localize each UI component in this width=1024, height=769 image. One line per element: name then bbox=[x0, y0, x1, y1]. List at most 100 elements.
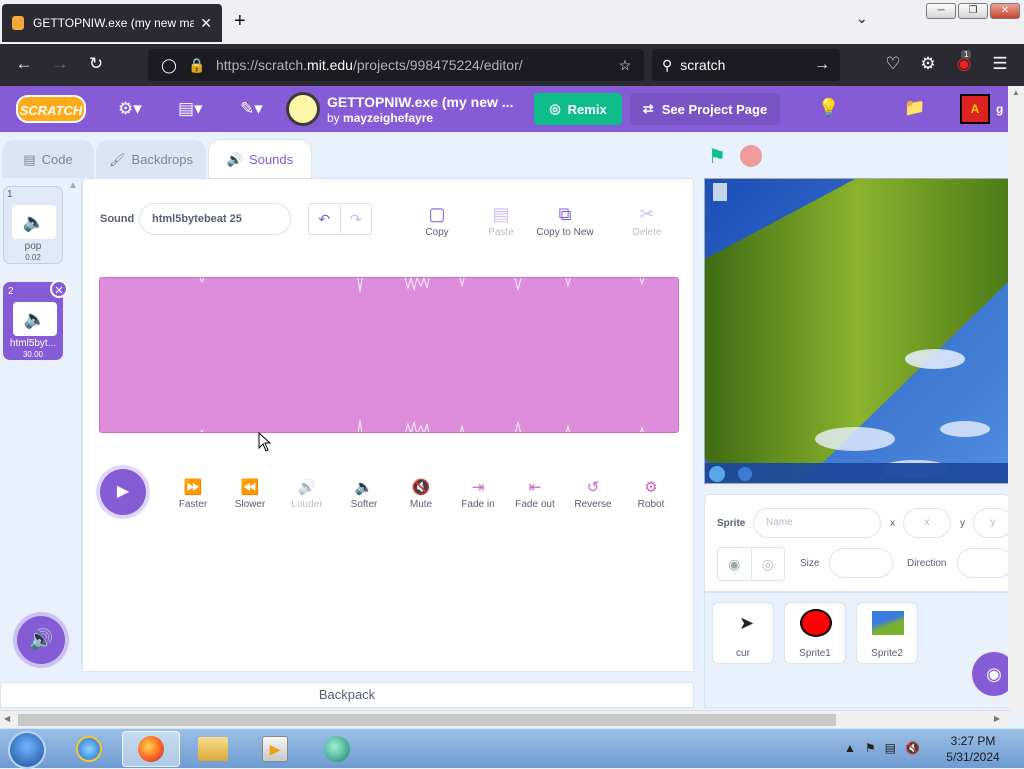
username[interactable]: g bbox=[996, 102, 1003, 116]
volume-up-icon: 🔊 bbox=[297, 479, 317, 496]
effect-faster[interactable]: ⏩ Faster bbox=[163, 477, 223, 510]
play-button[interactable]: ▶ bbox=[100, 469, 146, 515]
new-tab-button[interactable]: + bbox=[234, 10, 246, 33]
browser-nav-bar: ← → ↻ ◯ 🔒 https://scratch.mit.edu/projec… bbox=[0, 44, 1024, 86]
remix-icon: ◎ bbox=[549, 101, 561, 116]
redo-icon[interactable]: ↷ bbox=[339, 204, 372, 234]
settings-gear-icon[interactable]: ⚙▾ bbox=[118, 99, 142, 119]
direction-input[interactable] bbox=[957, 548, 1013, 578]
effect-robot[interactable]: ⚙ Robot bbox=[621, 477, 681, 510]
start-button[interactable] bbox=[8, 731, 46, 769]
effect-fade-in[interactable]: ⇥ Fade in bbox=[448, 477, 508, 510]
tab-code[interactable]: ▤ Code bbox=[2, 140, 94, 178]
scroll-up-icon[interactable]: ▲ bbox=[1012, 88, 1020, 97]
extensions-puzzle-icon[interactable]: ⚙ bbox=[917, 54, 939, 74]
paste-button[interactable]: ▤ Paste bbox=[468, 201, 534, 238]
taskbar-firefox[interactable] bbox=[122, 731, 180, 767]
system-tray[interactable]: ▲⚑▤🔇 bbox=[844, 741, 929, 755]
remix-button[interactable]: ◎ Remix bbox=[534, 93, 622, 125]
backpack[interactable]: Backpack bbox=[0, 682, 694, 708]
forward-arrow-icon[interactable]: → bbox=[49, 54, 71, 74]
taskbar-internet-explorer[interactable] bbox=[60, 731, 118, 767]
project-title[interactable]: GETTOPNIW.exe (my new ... bbox=[327, 94, 523, 110]
sound-item-pop[interactable]: 1 🔈 pop 0.02 bbox=[3, 186, 63, 264]
search-text[interactable]: scratch bbox=[680, 57, 814, 73]
sound-name-label: Sound bbox=[100, 213, 135, 225]
sprite-label: Sprite bbox=[717, 518, 746, 529]
url-bar[interactable]: ◯ 🔒 https://scratch.mit.edu/projects/998… bbox=[148, 49, 644, 81]
see-project-page-button[interactable]: ⇄ See Project Page bbox=[630, 93, 780, 125]
show-eye-icon[interactable]: ◉ bbox=[718, 548, 751, 580]
tab-backdrops[interactable]: 🖌 Backdrops bbox=[96, 140, 206, 178]
stop-sign-icon[interactable] bbox=[740, 145, 762, 167]
sprite-tile-cur[interactable]: ➤ cur bbox=[712, 602, 774, 664]
cursor-arrow-icon: ➤ bbox=[739, 613, 755, 633]
scroll-left-icon[interactable]: ◀ bbox=[4, 714, 10, 723]
horizontal-scroll-thumb[interactable] bbox=[18, 714, 836, 726]
back-arrow-icon[interactable]: ← bbox=[13, 54, 35, 74]
vertical-scrollbar[interactable]: ▲ bbox=[1008, 86, 1024, 710]
edit-pencil-icon[interactable]: ✎▾ bbox=[240, 99, 263, 119]
search-bar[interactable]: ⚲ scratch → bbox=[652, 49, 840, 81]
copy-button[interactable]: ▢ Copy bbox=[404, 201, 470, 238]
bookmark-star-icon[interactable]: ☆ bbox=[616, 57, 634, 74]
effect-mute[interactable]: 🔇 Mute bbox=[391, 477, 451, 510]
hide-eye-icon[interactable]: ◎ bbox=[750, 548, 785, 580]
undo-icon[interactable]: ↶ bbox=[309, 204, 340, 234]
pocket-icon[interactable]: ♡ bbox=[882, 54, 904, 74]
hamburger-menu-icon[interactable]: ☰ bbox=[989, 54, 1011, 74]
sprite-name: Sprite1 bbox=[799, 648, 831, 659]
shield-icon[interactable]: ◯ bbox=[160, 57, 178, 74]
add-sound-button[interactable]: 🔊 bbox=[17, 616, 65, 664]
author-name[interactable]: mayzeighefayre bbox=[343, 111, 433, 125]
copy-to-new-button[interactable]: ⧉ Copy to New bbox=[532, 201, 598, 238]
sound-name-input[interactable]: html5bytebeat 25 bbox=[139, 203, 291, 235]
add-sound-speaker-icon: 🔊 bbox=[28, 629, 54, 651]
effect-fade-out[interactable]: ⇤ Fade out bbox=[505, 477, 565, 510]
x-input[interactable]: x bbox=[903, 508, 951, 538]
window-close-button[interactable]: ✕ bbox=[990, 3, 1020, 19]
tab-close-icon[interactable]: ✕ bbox=[200, 15, 212, 32]
sound-number: 1 bbox=[7, 189, 13, 200]
sprite-tile-sprite1[interactable]: Sprite1 bbox=[784, 602, 846, 664]
browser-tab[interactable]: GETTOPNIW.exe (my new malw ✕ bbox=[2, 4, 222, 42]
taskbar-media-player[interactable]: ▶ bbox=[246, 731, 304, 767]
tab-code-label: Code bbox=[41, 152, 73, 167]
green-flag-icon[interactable]: ⚑ bbox=[708, 144, 726, 169]
search-go-arrow-icon[interactable]: → bbox=[814, 56, 830, 74]
sprite-tile-sprite2[interactable]: Sprite2 bbox=[856, 602, 918, 664]
url-text[interactable]: https://scratch.mit.edu/projects/9984752… bbox=[216, 57, 616, 73]
scroll-up-chevron-icon[interactable]: ▲ bbox=[68, 180, 78, 191]
lightbulb-icon[interactable]: 💡 bbox=[818, 98, 839, 118]
horizontal-scrollbar[interactable]: ◀ ▶ bbox=[0, 710, 1010, 728]
taskbar-clock[interactable]: 3:27 PM 5/31/2024 bbox=[940, 733, 1006, 765]
window-minimize-button[interactable]: ─ bbox=[926, 3, 956, 19]
size-input[interactable] bbox=[829, 548, 893, 578]
lock-icon[interactable]: 🔒 bbox=[188, 57, 206, 74]
window-restore-button[interactable]: ❐ bbox=[958, 3, 988, 19]
extension-badge: 1 bbox=[961, 50, 972, 59]
effect-fade-in-label: Fade in bbox=[461, 499, 495, 510]
effect-slower[interactable]: ⏪ Slower bbox=[220, 477, 280, 510]
effect-softer[interactable]: 🔈 Softer bbox=[334, 477, 394, 510]
effect-reverse[interactable]: ↺ Reverse bbox=[563, 477, 623, 510]
effect-louder[interactable]: 🔊 Louder bbox=[277, 477, 337, 510]
waveform[interactable] bbox=[99, 277, 679, 433]
user-avatar[interactable]: A bbox=[960, 94, 990, 124]
list-tabs-chevron-icon[interactable]: ⌄ bbox=[856, 10, 868, 27]
taskbar-app-teal[interactable] bbox=[308, 731, 366, 767]
taskbar-explorer[interactable] bbox=[184, 731, 242, 767]
sound-duration: 30.00 bbox=[22, 350, 44, 359]
scroll-right-icon[interactable]: ▶ bbox=[994, 714, 1000, 723]
file-menu-icon[interactable]: ▤▾ bbox=[178, 99, 203, 119]
tab-sounds[interactable]: 🔊 Sounds bbox=[208, 139, 312, 179]
y-input[interactable]: y bbox=[973, 508, 1013, 538]
delete-sound-icon[interactable]: ✕ bbox=[50, 280, 68, 298]
code-blocks-icon: ▤ bbox=[23, 151, 36, 167]
reload-icon[interactable]: ↻ bbox=[85, 54, 107, 74]
scratch-logo[interactable]: SCRATCH bbox=[16, 95, 86, 123]
sprite-name-input[interactable]: Name bbox=[753, 508, 881, 538]
my-stuff-folder-icon[interactable]: 📁 bbox=[904, 98, 925, 118]
stage[interactable] bbox=[704, 178, 1010, 484]
delete-button[interactable]: ✂ Delete bbox=[614, 201, 680, 238]
